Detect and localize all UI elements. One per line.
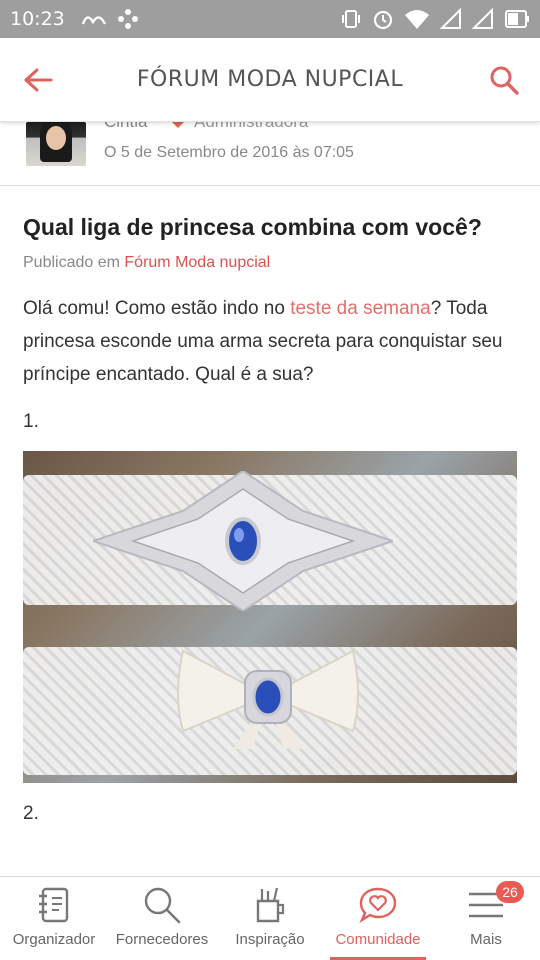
search-icon <box>142 885 182 925</box>
nav-inspiracao[interactable]: Inspiração <box>216 877 324 960</box>
notebook-icon <box>37 885 71 925</box>
published-in: Publicado em Fórum Moda nupcial <box>23 254 517 272</box>
item-number-2: 2. <box>23 803 39 824</box>
weekly-test-link[interactable]: teste da semana <box>290 298 430 319</box>
published-prefix: Publicado em <box>23 254 125 271</box>
author-name[interactable]: Cintia <box>104 122 147 132</box>
nav-organizador[interactable]: Organizador <box>0 877 108 960</box>
nav-fornecedores[interactable]: Fornecedores <box>108 877 216 960</box>
garter-photo[interactable] <box>23 451 517 783</box>
nav-label-fornecedores: Fornecedores <box>115 931 209 948</box>
nav-label-inspiracao: Inspiração <box>235 931 305 948</box>
post-body: Olá comu! Como estão indo no teste da se… <box>23 292 517 391</box>
post-content: Qual liga de princesa combina com você? … <box>0 186 540 876</box>
signal-icon-2 <box>472 8 493 29</box>
forum-link[interactable]: Fórum Moda nupcial <box>124 254 270 271</box>
status-bar: 10:23 <box>0 0 540 38</box>
author-role: Administradora <box>194 122 308 132</box>
avatar[interactable] <box>26 122 86 166</box>
intro-text-1: Olá comu! Como estão indo no <box>23 298 291 319</box>
nav-comunidade[interactable]: Comunidade <box>324 877 432 960</box>
crystal-brooch-graphic <box>93 471 393 611</box>
search-icon <box>490 66 519 95</box>
nav-mais[interactable]: 26 Mais <box>432 877 540 960</box>
search-button[interactable] <box>484 60 524 100</box>
post-date: O 5 de Setembro de 2016 às 07:05 <box>104 144 354 161</box>
nav-label-comunidade: Comunidade <box>335 931 421 948</box>
battery-icon <box>505 10 529 28</box>
alarm-icon <box>373 10 393 30</box>
status-time: 10:23 <box>10 8 65 30</box>
post-title: Qual liga de princesa combina com você? <box>23 214 482 240</box>
pencil-cup-icon <box>252 885 288 925</box>
admin-heart-icon <box>172 122 184 128</box>
nav-label-organizador: Organizador <box>12 931 96 948</box>
author-header: Cintia Administradora O 5 de Setembro de… <box>0 122 540 186</box>
notification-icon <box>81 16 106 25</box>
gamepad-icon <box>117 9 138 29</box>
satin-bow-graphic <box>177 649 359 749</box>
nav-label-mais: Mais <box>470 931 502 948</box>
wifi-icon <box>405 10 429 29</box>
notification-badge: 26 <box>496 881 524 903</box>
chat-heart-icon <box>358 885 398 925</box>
item-number-1: 1. <box>23 411 39 432</box>
bottom-navigation: Organizador Fornecedores Inspiração Comu… <box>0 876 540 960</box>
back-arrow-icon <box>24 68 53 92</box>
page-title: FÓRUM MODA NUPCIAL <box>136 67 404 92</box>
vibrate-icon <box>342 10 360 28</box>
back-button[interactable] <box>18 60 58 100</box>
app-bar: FÓRUM MODA NUPCIAL <box>0 38 540 122</box>
signal-icon <box>440 8 461 29</box>
